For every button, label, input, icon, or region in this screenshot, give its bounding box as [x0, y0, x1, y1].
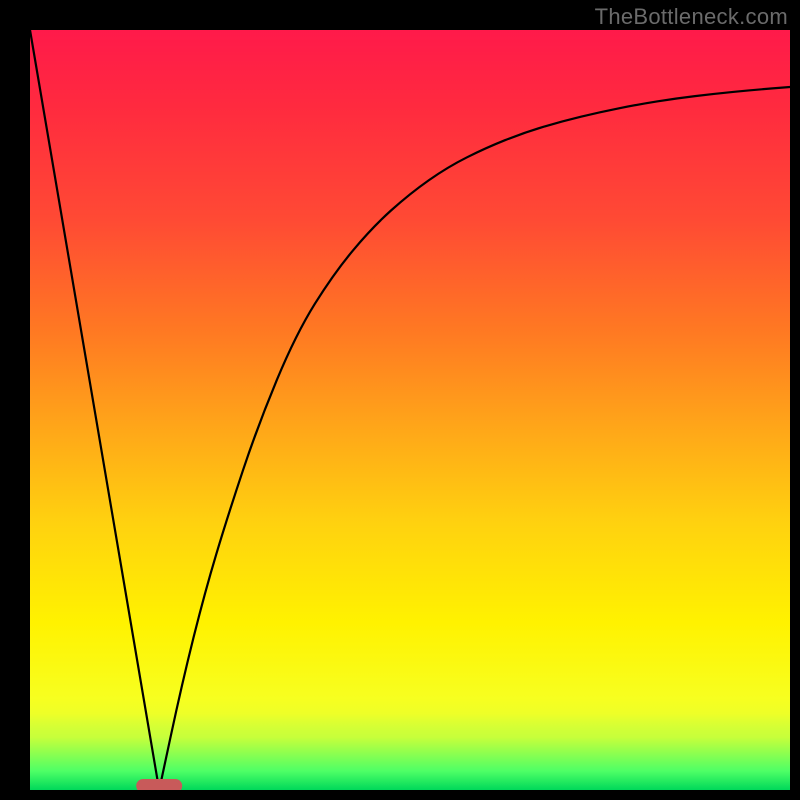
- chart-frame: TheBottleneck.com: [0, 0, 800, 800]
- optimum-marker: [136, 779, 182, 790]
- curve-svg: [30, 30, 790, 790]
- bottleneck-curve: [30, 30, 790, 790]
- watermark-text: TheBottleneck.com: [595, 4, 788, 30]
- plot-area: [30, 30, 790, 790]
